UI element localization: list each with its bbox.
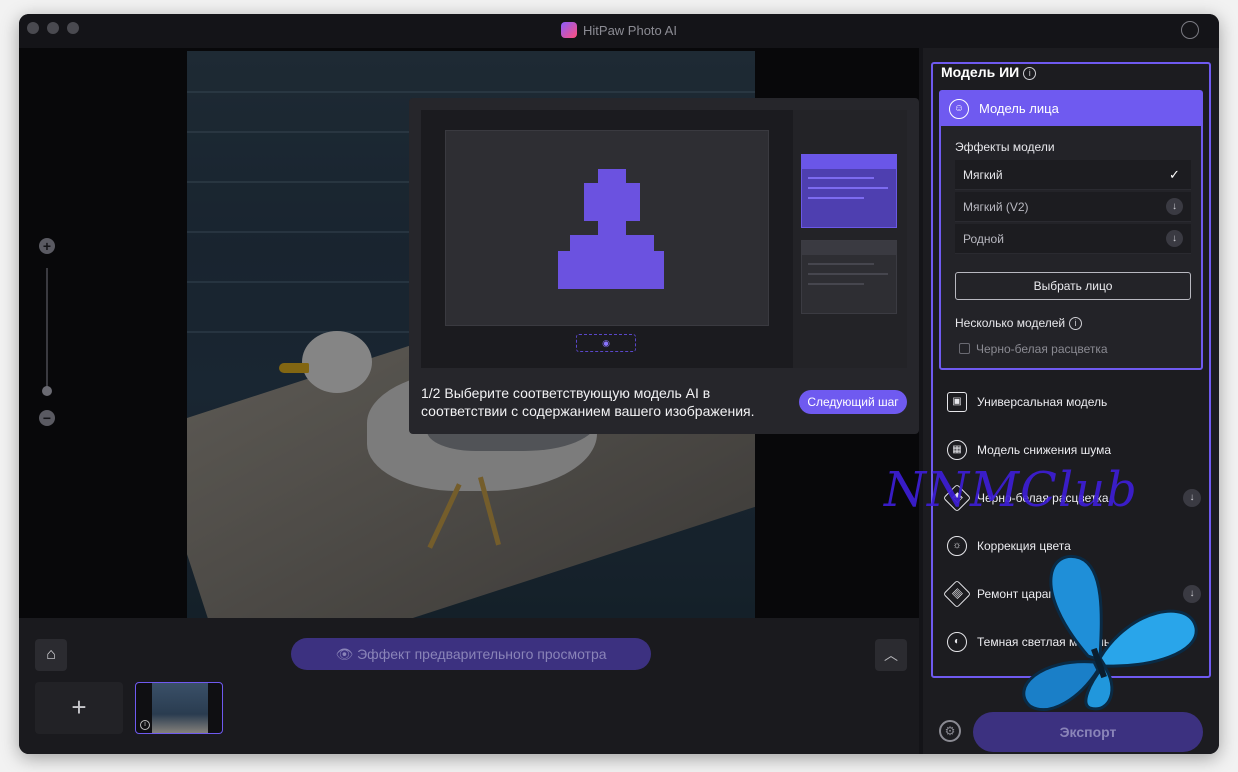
info-icon[interactable]: i — [1023, 67, 1037, 80]
info-icon[interactable]: i — [1069, 317, 1083, 330]
checkbox-icon[interactable] — [959, 343, 970, 354]
zoom-slider[interactable]: + − — [39, 238, 57, 438]
face-model-label: Модель лица — [979, 101, 1059, 116]
model-label: Универсальная модель — [977, 395, 1108, 409]
app-title: HitPaw Photo AI — [19, 22, 1219, 38]
watermark-logo: NNMClub — [884, 462, 1138, 518]
option-label: Мягкий — [963, 168, 1003, 182]
zoom-out-icon[interactable]: − — [39, 410, 55, 426]
face-icon: ☺ — [949, 99, 969, 119]
add-image-button[interactable]: + — [35, 682, 123, 734]
face-model-card[interactable]: ☺ Модель лица Эффекты модели Мягкий ✓ Мягк… — [939, 90, 1203, 370]
checkbox-label: Черно-белая расцветка — [976, 342, 1108, 356]
bottom-bar: ⌂ 👁︎ Эффект предварительного просмотра ︿… — [19, 618, 919, 754]
zoom-track[interactable] — [46, 268, 48, 388]
preview-effect-button[interactable]: 👁︎ Эффект предварительного просмотра — [291, 638, 651, 670]
multi-model-label: Несколько моделей i — [955, 316, 1083, 330]
butterfly-image — [1022, 555, 1198, 712]
checkmark-icon: ✓ — [1169, 167, 1180, 182]
sun-icon: ☼ — [947, 536, 967, 556]
download-icon[interactable]: ↓ — [1166, 230, 1183, 247]
bw-colorize-checkbox[interactable]: Черно-белая расцветка — [959, 342, 1108, 356]
export-button[interactable]: Экспорт — [973, 712, 1203, 752]
model-item-universal[interactable]: ▣ Универсальная модель — [939, 382, 1203, 422]
download-icon[interactable]: ↓ — [1183, 489, 1201, 507]
chevron-up-icon[interactable]: ︿ — [875, 639, 907, 671]
title-bar: HitPaw Photo AI — [19, 14, 1219, 48]
multi-model-text: Несколько моделей — [955, 316, 1066, 330]
face-model-header[interactable]: ☺ Модель лица — [941, 92, 1201, 126]
effect-option-soft[interactable]: Мягкий ✓ — [955, 160, 1191, 190]
bandage-icon: ▤ — [942, 579, 972, 609]
home-icon[interactable]: ⌂ — [35, 639, 67, 671]
preview-effect-label: Эффект предварительного просмотра — [357, 646, 607, 662]
ai-model-title-text: Модель ИИ — [941, 64, 1020, 80]
model-effects-label: Эффекты модели — [955, 140, 1055, 154]
contrast-icon: ◐ — [947, 632, 967, 652]
effect-option-soft-v2[interactable]: Мягкий (V2) ↓ — [955, 192, 1191, 222]
onboarding-tour-popup: ◉ 1/2 Выберите соответствующую модель AI… — [409, 98, 919, 434]
eye-icon: ◉ — [576, 334, 636, 352]
next-step-button[interactable]: Следующий шаг — [799, 390, 907, 414]
choose-face-button[interactable]: Выбрать лицо — [955, 272, 1191, 300]
info-icon: i — [140, 720, 150, 730]
ai-model-title: Модель ИИ i — [941, 64, 1037, 80]
zoom-thumb[interactable] — [42, 386, 52, 396]
tour-illustration: ◉ — [421, 110, 907, 368]
effect-option-native[interactable]: Родной ↓ — [955, 224, 1191, 254]
download-icon[interactable]: ↓ — [1166, 198, 1183, 215]
noise-icon: ▦ — [947, 440, 967, 460]
account-icon[interactable] — [1181, 21, 1199, 39]
tour-text: 1/2 Выберите соответствующую модель AI в… — [421, 385, 755, 419]
app-logo-icon — [561, 22, 578, 38]
app-title-text: HitPaw Photo AI — [583, 23, 677, 38]
canvas-area: + − ◉ 1/2 Выберите соответствующую модел… — [19, 48, 919, 618]
option-label: Мягкий (V2) — [963, 200, 1029, 214]
image-thumbnail[interactable]: i — [135, 682, 223, 734]
model-label: Модель снижения шума — [977, 443, 1112, 457]
zoom-in-icon[interactable]: + — [39, 238, 55, 254]
option-label: Родной — [963, 232, 1004, 246]
image-icon: ▣ — [947, 392, 967, 412]
eye-icon: 👁︎ — [335, 646, 358, 662]
gear-icon[interactable]: ⚙ — [939, 720, 961, 742]
